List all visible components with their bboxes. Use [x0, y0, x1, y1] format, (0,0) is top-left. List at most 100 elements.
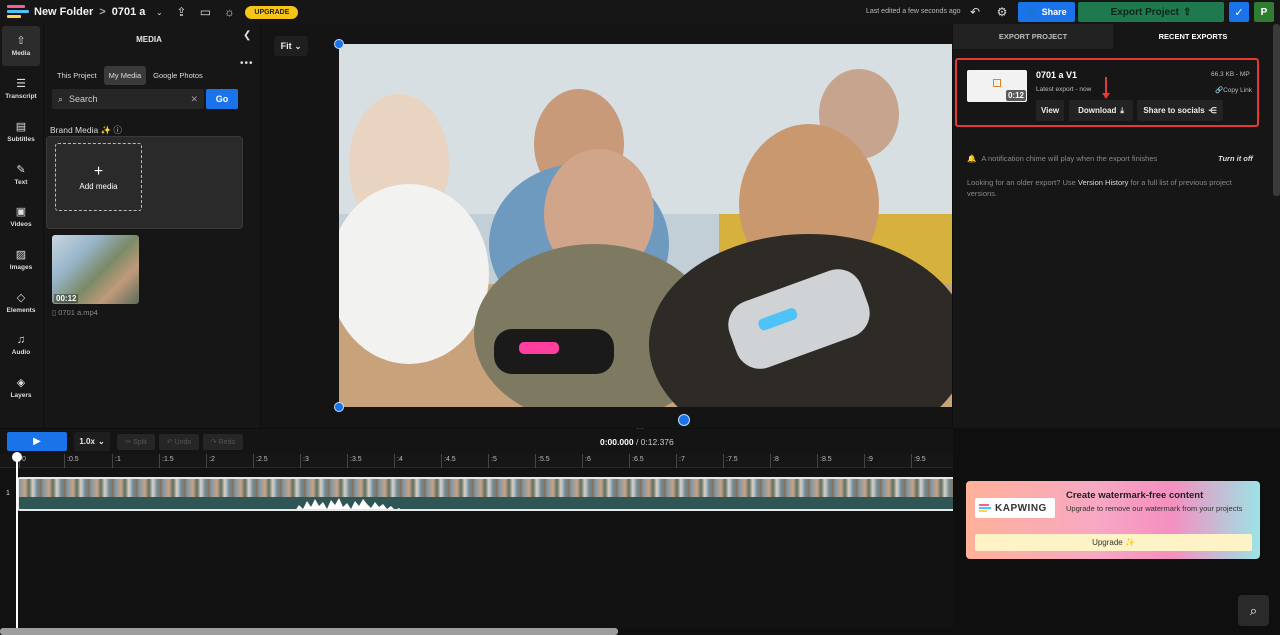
search-help-button[interactable]: ⌕ [1238, 595, 1269, 626]
sidebar-item-media[interactable]: ⇧ Media [2, 26, 40, 66]
sidebar-item-label: Media [11, 49, 31, 57]
sidebar-item-text[interactable]: ✎ Text [2, 155, 40, 195]
ruler-tick: :7 [676, 454, 685, 468]
more-options-icon[interactable]: ••• [240, 58, 254, 69]
speed-dropdown[interactable]: 1.0x ⌄ [74, 432, 110, 451]
export-project-button[interactable]: Export Project ⇪ [1078, 2, 1224, 22]
lightbulb-icon[interactable]: ☼ [221, 4, 237, 20]
ruler-tick: :5 [488, 454, 497, 468]
export-panel: EXPORT PROJECT RECENT EXPORTS 0:12 0701 … [953, 24, 1280, 428]
project-title[interactable]: 0701 a [112, 6, 146, 18]
share-button[interactable]: 👤 Share [1018, 2, 1075, 22]
tab-recent-exports[interactable]: RECENT EXPORTS [1113, 24, 1273, 49]
info-icon[interactable]: ⓘ [114, 125, 123, 135]
sidebar-item-label: Audio [11, 348, 31, 356]
tab-google-photos[interactable]: Google Photos [148, 66, 208, 85]
resize-handle-bottom-left[interactable] [334, 402, 344, 412]
ruler-tick: :4.5 [441, 454, 456, 468]
kapwing-logo-icon [979, 504, 991, 512]
media-filename-text: 0701 a.mp4 [58, 308, 98, 317]
older-pre: Looking for an older export? Use [967, 178, 1076, 187]
ruler-tick: :8 [770, 454, 779, 468]
vertical-scrollbar[interactable] [1273, 24, 1280, 196]
sidebar-item-images[interactable]: ▨ Images [2, 240, 40, 280]
search-input[interactable]: ⌕ Search ✕ [52, 89, 204, 109]
undo-icon: ↶ [166, 439, 173, 446]
gear-icon[interactable]: ⚙ [994, 4, 1010, 20]
ruler-tick: :2.5 [253, 454, 268, 468]
ruler-tick: :7.5 [723, 454, 738, 468]
download-button[interactable]: Download ⤓ [1069, 100, 1133, 121]
playhead-handle[interactable] [12, 452, 22, 462]
horizontal-scrollbar[interactable] [0, 628, 618, 635]
play-icon: ▶ [33, 436, 41, 447]
chevron-down-icon[interactable]: ⌄ [151, 4, 167, 20]
collapse-panel-icon[interactable]: ❮ [243, 30, 251, 41]
media-thumbnail[interactable]: 00:12 [52, 235, 139, 304]
sidebar-item-audio[interactable]: ♫ Audio [2, 325, 40, 365]
media-tabs: This Project My Media Google Photos [52, 66, 208, 85]
fit-label: Fit [280, 41, 292, 51]
sidebar-item-transcript[interactable]: ☰ Transcript [2, 69, 40, 109]
go-button[interactable]: Go [206, 89, 238, 109]
check-button[interactable]: ✓ [1229, 2, 1249, 22]
fit-dropdown[interactable]: Fit ⌄ [274, 36, 308, 56]
share-to-socials-button[interactable]: Share to socials ⋲ [1137, 100, 1223, 121]
turn-off-link[interactable]: Turn it off [1218, 154, 1253, 163]
upload-icon[interactable]: ⇪ [173, 4, 189, 20]
redo-button[interactable]: ↷ Redo [203, 434, 243, 450]
share-icon: ⋲ [1208, 106, 1217, 115]
playhead[interactable] [16, 454, 18, 635]
upgrade-button[interactable]: UPGRADE [245, 5, 299, 19]
sidebar-item-subtitles[interactable]: ▤ Subtitles [2, 112, 40, 152]
annotation-arrow-head [1102, 93, 1110, 99]
undo-label: Undo [174, 438, 192, 446]
subtitles-icon: ▤ [15, 120, 27, 133]
promo-title: Create watermark-free content [1066, 490, 1204, 501]
sidebar-item-elements[interactable]: ◇ Elements [2, 283, 40, 323]
video-track-clip[interactable] [17, 477, 953, 511]
add-media-button[interactable]: + Add media [55, 143, 142, 211]
undo-button[interactable]: ↶ Undo [159, 434, 199, 450]
check-icon: ✓ [1234, 6, 1244, 19]
current-time: 0:00.000 [600, 437, 634, 447]
ruler-tick: :9 [864, 454, 873, 468]
tab-export-project[interactable]: EXPORT PROJECT [953, 24, 1113, 49]
version-history-link[interactable]: Version History [1078, 178, 1128, 187]
export-thumbnail[interactable]: 0:12 [967, 70, 1027, 102]
video-preview[interactable] [339, 44, 952, 407]
avatar[interactable]: P [1254, 2, 1274, 22]
upgrade-promo-card: KAPWING Create watermark-free content Up… [966, 481, 1260, 559]
play-button[interactable]: ▶ [7, 432, 67, 451]
timeline-ruler[interactable]: 0 :0.5 :1 :1.5 :2 :2.5 :3 :3.5 :4 :4.5 :… [0, 454, 953, 468]
tab-this-project[interactable]: This Project [52, 66, 102, 85]
sidebar-item-layers[interactable]: ◈ Layers [2, 368, 40, 408]
export-duration: 0:12 [1005, 90, 1026, 101]
view-button[interactable]: View [1036, 100, 1064, 121]
undo-icon[interactable]: ↶ [967, 4, 983, 20]
promo-description: Upgrade to remove our watermark from you… [1066, 504, 1243, 513]
brand-media-box: + Add media [46, 136, 243, 229]
kapwing-logo-icon[interactable] [7, 5, 29, 19]
notification-text: 🔔 A notification chime will play when the… [967, 154, 1157, 163]
promo-upgrade-button[interactable]: Upgrade ✨ [975, 534, 1252, 551]
share-label: Share [1041, 7, 1067, 17]
clear-icon[interactable]: ✕ [190, 94, 198, 105]
resize-handle-top-left[interactable] [334, 39, 344, 49]
brand-media-label: Brand Media ✨ ⓘ [50, 124, 122, 136]
sidebar: ⇧ Media ☰ Transcript ▤ Subtitles ✎ Text ▣ Vid… [0, 24, 43, 428]
copy-link-label: Copy Link [1223, 87, 1252, 94]
rotate-handle-icon[interactable] [678, 414, 690, 426]
download-icon: ⤓ [1120, 105, 1124, 115]
sparkle-icon: ✨ [100, 125, 112, 135]
notification-label: A notification chime will play when the … [981, 154, 1158, 163]
copy-link-button[interactable]: 🔗Copy Link [1215, 86, 1255, 94]
tab-my-media[interactable]: My Media [103, 66, 147, 85]
ruler-tick: :9.5 [911, 454, 926, 468]
split-button[interactable]: ✂ Split [117, 434, 155, 450]
sidebar-item-videos[interactable]: ▣ Videos [2, 197, 40, 237]
breadcrumb-folder[interactable]: New Folder [34, 6, 93, 18]
subtitles-toggle-icon[interactable]: ▭ [197, 4, 213, 20]
search-placeholder: Search [69, 94, 98, 104]
layers-icon: ◈ [16, 376, 26, 389]
